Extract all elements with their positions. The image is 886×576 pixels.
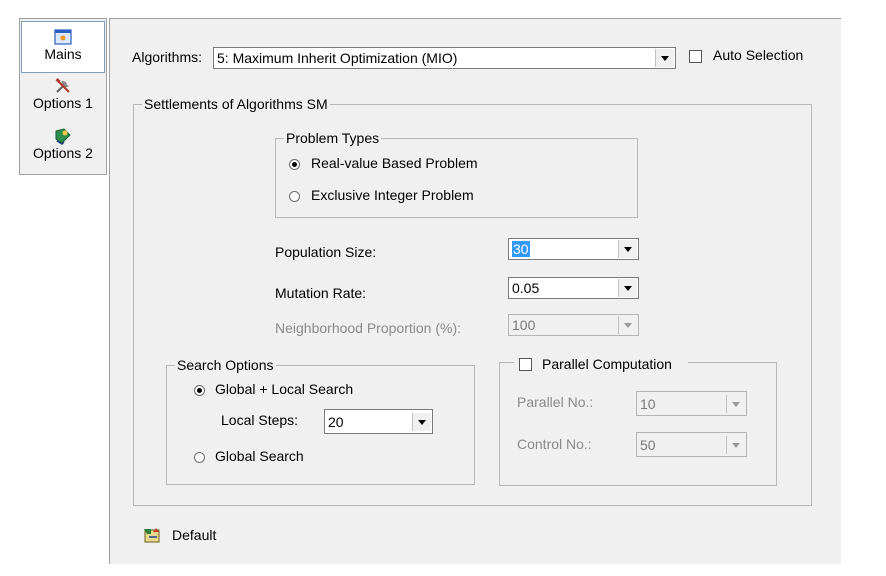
algorithms-label: Algorithms: [132, 49, 203, 65]
options2-icon [55, 128, 71, 145]
parallel-checkbox[interactable] [519, 358, 532, 371]
nav-item-options-1[interactable]: Options 1 [20, 77, 106, 123]
global-local-radio[interactable] [194, 385, 205, 396]
chevron-down-icon [726, 395, 745, 413]
control-no-label: Control No.: [517, 436, 592, 452]
population-size-value: 30 [512, 241, 530, 257]
chevron-down-icon[interactable] [412, 413, 431, 431]
nav-item-mains[interactable]: Mains [21, 21, 105, 73]
default-button[interactable]: Default [141, 525, 231, 547]
search-options-title: Search Options [175, 357, 276, 373]
chevron-down-icon [726, 436, 745, 454]
default-label: Default [172, 527, 217, 543]
chevron-down-icon[interactable] [655, 49, 674, 67]
exclusive-integer-label: Exclusive Integer Problem [311, 187, 474, 203]
mutation-rate-label: Mutation Rate: [275, 285, 367, 301]
control-no-select: 50 [636, 432, 747, 457]
local-steps-select[interactable]: 20 [324, 409, 433, 434]
auto-selection-checkbox[interactable] [689, 50, 702, 63]
nav-label-options-1: Options 1 [33, 95, 93, 111]
options-nav: Mains Options 1 Options 2 [19, 18, 107, 175]
problem-types-group [275, 138, 638, 218]
parallel-group [499, 362, 777, 486]
nav-label-options-2: Options 2 [33, 145, 93, 161]
mutation-rate-select[interactable]: 0.05 [508, 277, 639, 299]
local-steps-label: Local Steps: [221, 412, 299, 428]
real-value-radio[interactable] [289, 159, 300, 170]
global-search-label: Global Search [215, 448, 304, 464]
settlements-title: Settlements of Algorithms SM [142, 96, 330, 112]
auto-selection-label: Auto Selection [713, 47, 804, 63]
tools-icon [55, 78, 70, 93]
algorithms-select[interactable]: 5: Maximum Inherit Optimization (MIO) [213, 47, 676, 69]
chevron-down-icon [618, 316, 637, 334]
neighborhood-select: 100 [508, 314, 639, 336]
parallel-no-select: 10 [636, 391, 747, 416]
neighborhood-label: Neighborhood Proportion (%): [275, 320, 461, 336]
chevron-down-icon[interactable] [618, 240, 637, 258]
population-size-label: Population Size: [275, 244, 377, 260]
neighborhood-value: 100 [512, 317, 536, 333]
parallel-no-label: Parallel No.: [517, 394, 594, 410]
local-steps-value: 20 [328, 414, 344, 430]
parallel-no-value: 10 [640, 396, 656, 412]
mains-icon [54, 29, 72, 45]
global-search-radio[interactable] [194, 452, 205, 463]
chevron-down-icon[interactable] [618, 279, 637, 297]
global-local-label: Global + Local Search [215, 381, 354, 397]
parallel-title: Parallel Computation [542, 356, 672, 372]
nav-item-options-2[interactable]: Options 2 [20, 127, 106, 173]
population-size-select[interactable]: 30 [508, 238, 639, 260]
exclusive-integer-radio[interactable] [289, 191, 300, 202]
mutation-rate-value: 0.05 [512, 280, 540, 296]
algorithms-value: 5: Maximum Inherit Optimization (MIO) [217, 50, 458, 66]
real-value-label: Real-value Based Problem [311, 155, 478, 171]
default-icon [144, 528, 160, 543]
control-no-value: 50 [640, 437, 656, 453]
nav-label-mains: Mains [44, 46, 82, 62]
problem-types-title: Problem Types [284, 130, 382, 146]
